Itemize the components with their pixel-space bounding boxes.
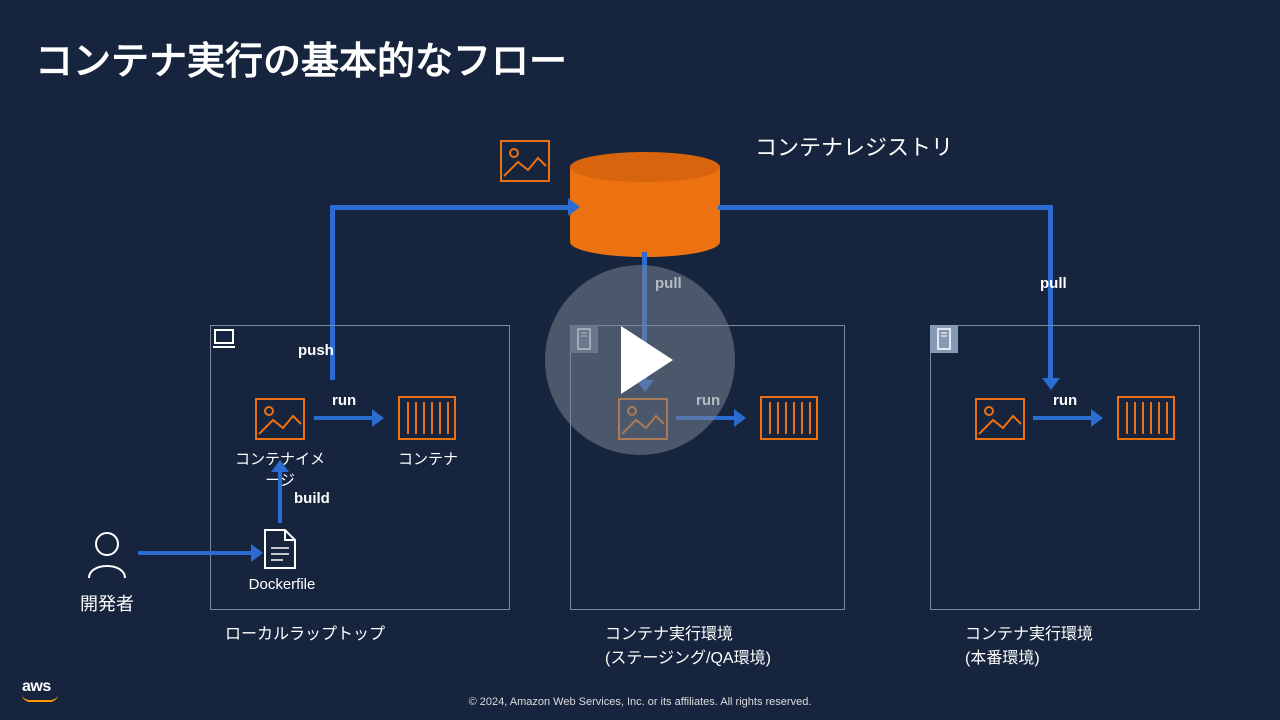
pull-label: pull	[1040, 275, 1067, 292]
play-button[interactable]	[545, 265, 735, 455]
flow-line	[278, 468, 282, 523]
container-icon	[760, 396, 818, 440]
copyright-text: © 2024, Amazon Web Services, Inc. or its…	[469, 696, 812, 708]
arrowhead-icon	[568, 198, 580, 216]
flow-line	[330, 205, 570, 210]
flow-line	[314, 416, 374, 420]
image-icon	[975, 398, 1025, 440]
arrowhead-icon	[734, 409, 746, 427]
environment-caption-local: ローカルラップトップ	[225, 620, 385, 644]
run-label: run	[1053, 392, 1077, 409]
flow-line	[718, 205, 1053, 210]
image-icon	[255, 398, 305, 440]
registry-cylinder-icon	[570, 152, 720, 242]
registry-label: コンテナレジストリ	[755, 130, 953, 162]
environment-caption-production: コンテナ実行環境 (本番環境)	[965, 620, 1093, 668]
aws-logo: aws	[22, 678, 58, 702]
slide-title: コンテナ実行の基本的なフロー	[35, 30, 567, 85]
user-icon	[85, 530, 129, 580]
container-icon	[398, 396, 456, 440]
flow-line	[1033, 416, 1093, 420]
server-icon	[930, 325, 958, 353]
arrowhead-icon	[372, 409, 384, 427]
file-icon	[263, 528, 297, 575]
developer-group: 開発者	[80, 530, 134, 616]
container-label: コンテナ	[398, 448, 458, 469]
image-icon	[500, 140, 550, 182]
build-label: build	[294, 490, 330, 507]
environment-caption-staging: コンテナ実行環境 (ステージング/QA環境)	[605, 620, 771, 668]
dockerfile-label: Dockerfile	[245, 576, 319, 593]
arrowhead-icon	[1091, 409, 1103, 427]
run-label: run	[332, 392, 356, 409]
play-icon	[621, 326, 673, 394]
container-icon	[1117, 396, 1175, 440]
arrowhead-icon	[271, 460, 289, 472]
environment-box-production	[930, 325, 1200, 610]
laptop-icon	[210, 325, 238, 353]
developer-label: 開発者	[80, 590, 134, 616]
arrowhead-icon	[251, 544, 263, 562]
flow-line	[138, 551, 253, 555]
